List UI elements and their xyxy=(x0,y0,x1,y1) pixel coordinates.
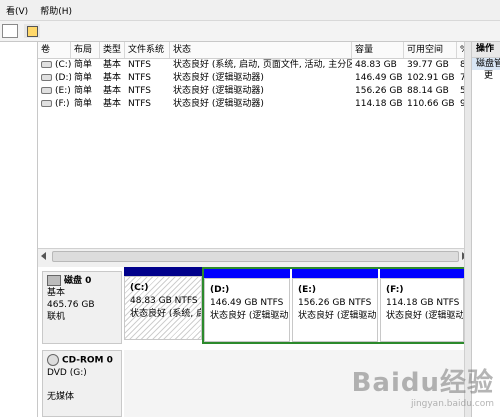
volume-row[interactable]: (C:) 简单 基本 NTFS 状态良好 (系统, 启动, 页面文件, 活动, … xyxy=(38,59,470,71)
logical-drive-bar xyxy=(204,269,290,278)
menu-help[interactable]: 帮助(H) xyxy=(34,4,78,17)
menu-view[interactable]: 看(V) xyxy=(0,4,34,17)
logical-drive-bar xyxy=(380,269,464,278)
volume-list: 卷 布局 类型 文件系统 状态 容量 可用空间 % (C:) 简单 基本 NTF… xyxy=(38,42,470,248)
drive-icon xyxy=(41,87,52,94)
navigation-pane xyxy=(0,42,38,417)
drive-icon xyxy=(41,61,52,68)
drive-icon xyxy=(41,100,52,107)
cdrom-0-label[interactable]: CD-ROM 0 DVD (G:) 无媒体 xyxy=(42,350,122,417)
col-free-space[interactable]: 可用空间 xyxy=(404,42,457,58)
main-pane: 卷 布局 类型 文件系统 状态 容量 可用空间 % (C:) 简单 基本 NTF… xyxy=(38,42,470,417)
disk-0-label[interactable]: 磁盘 0 基本 465.76 GB 联机 xyxy=(42,271,122,344)
cd-drive-icon xyxy=(47,354,59,366)
actions-disk-management[interactable]: 磁盘管 xyxy=(472,58,500,70)
col-capacity[interactable]: 容量 xyxy=(352,42,404,58)
actions-title: 操作 xyxy=(472,42,500,58)
actions-more[interactable]: 更 xyxy=(472,70,500,83)
properties-icon[interactable] xyxy=(24,24,40,38)
extended-partition: (D:) 146.49 GB NTFS 状态良好 (逻辑驱动 (E:) 156.… xyxy=(202,267,466,344)
partition-d[interactable]: (D:) 146.49 GB NTFS 状态良好 (逻辑驱动 xyxy=(204,278,290,342)
partition-c[interactable]: (C:) 48.83 GB NTFS 状态良好 (系统, 启 xyxy=(124,276,202,340)
scroll-left-icon[interactable] xyxy=(41,252,46,260)
toolbar xyxy=(0,21,500,42)
col-layout[interactable]: 布局 xyxy=(71,42,100,58)
disk-icon xyxy=(47,275,61,286)
logical-drive-bar xyxy=(292,269,378,278)
col-type[interactable]: 类型 xyxy=(100,42,125,58)
menu-bar: 看(V) 帮助(H) xyxy=(0,0,500,21)
volume-list-header: 卷 布局 类型 文件系统 状态 容量 可用空间 % xyxy=(38,42,470,59)
actions-pane: 操作 磁盘管 更 xyxy=(471,42,500,417)
col-filesystem[interactable]: 文件系统 xyxy=(125,42,170,58)
drive-icon xyxy=(41,74,52,81)
primary-partition-bar xyxy=(124,267,202,276)
scroll-thumb[interactable] xyxy=(52,251,459,262)
volume-row[interactable]: (F:) 简单 基本 NTFS 状态良好 (逻辑驱动器) 114.18 GB 1… xyxy=(38,98,470,110)
volume-row[interactable]: (E:) 简单 基本 NTFS 状态良好 (逻辑驱动器) 156.26 GB 8… xyxy=(38,85,470,97)
partition-f[interactable]: (F:) 114.18 GB NTFS 状态良好 (逻辑驱动 xyxy=(380,278,464,342)
partition-e[interactable]: (E:) 156.26 GB NTFS 状态良好 (逻辑驱动 xyxy=(292,278,378,342)
baidu-watermark: Baidu经验 jingyan.baidu.com xyxy=(351,368,494,409)
volume-row[interactable]: (D:) 简单 基本 NTFS 状态良好 (逻辑驱动器) 146.49 GB 1… xyxy=(38,72,470,84)
console-tree-icon[interactable] xyxy=(2,24,18,38)
col-status[interactable]: 状态 xyxy=(170,42,352,58)
col-volume[interactable]: 卷 xyxy=(38,42,71,58)
